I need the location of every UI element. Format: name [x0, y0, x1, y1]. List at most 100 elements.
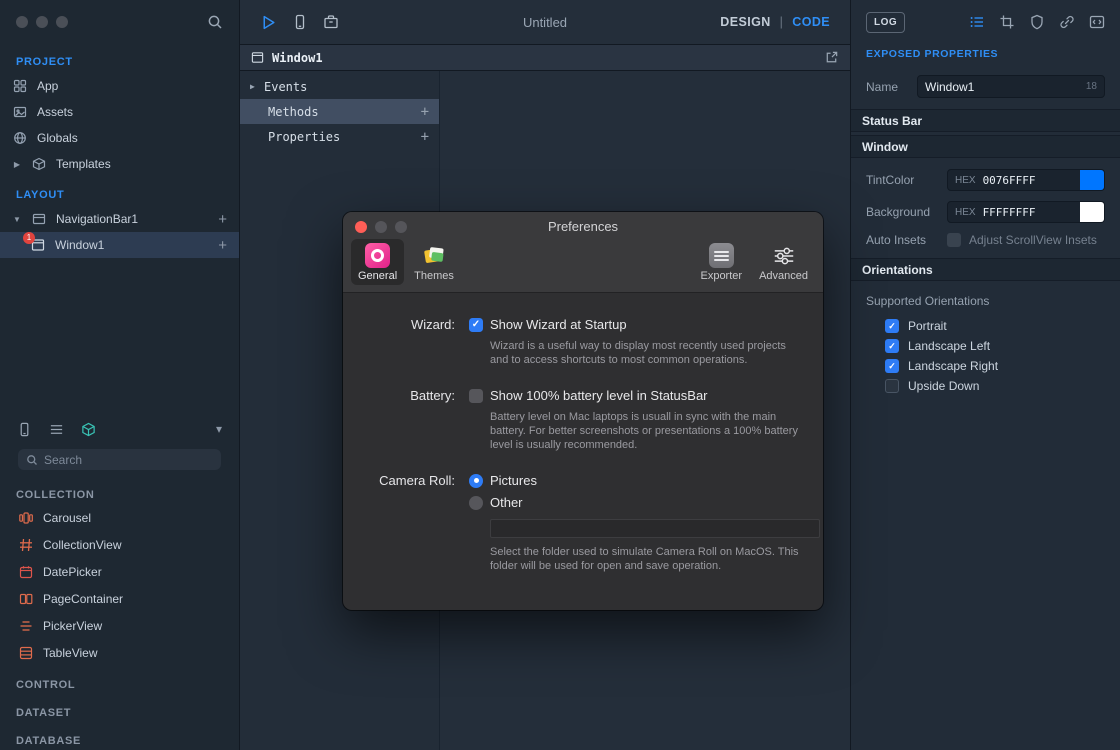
- link-icon[interactable]: [1059, 14, 1075, 30]
- tree-item-events[interactable]: ▶ Events: [240, 74, 439, 99]
- sidebar-item-window1[interactable]: 1 Window1 +: [0, 232, 239, 258]
- code-mode-button[interactable]: CODE: [792, 15, 830, 29]
- orientations-section-header[interactable]: Orientations: [851, 258, 1120, 281]
- tintcolor-swatch[interactable]: [1080, 170, 1104, 190]
- wizard-setting: Wizard: ✓ Show Wizard at Startup Wizard …: [343, 317, 803, 367]
- window-section-header[interactable]: Window: [851, 135, 1120, 158]
- window-close-button[interactable]: [16, 16, 28, 28]
- component-item-datepicker[interactable]: DatePicker: [0, 558, 239, 585]
- checkbox-label: Show Wizard at Startup: [490, 317, 627, 332]
- component-item-collectionview[interactable]: CollectionView: [0, 531, 239, 558]
- camera-roll-path-input[interactable]: [490, 519, 820, 538]
- log-button[interactable]: LOG: [866, 12, 905, 33]
- background-field[interactable]: HEX: [947, 201, 1105, 223]
- background-input[interactable]: [983, 206, 1080, 219]
- hex-prefix: HEX: [948, 175, 983, 186]
- component-item-tableview[interactable]: TableView: [0, 639, 239, 666]
- run-button[interactable]: [260, 14, 277, 31]
- shield-icon[interactable]: [1029, 14, 1045, 30]
- orientation-portrait-checkbox[interactable]: ✓ Portrait: [851, 316, 1120, 336]
- battery-description: Battery level on Mac laptops is usuall i…: [490, 410, 803, 452]
- archive-icon[interactable]: [323, 14, 339, 30]
- inspector-toolbar: LOG: [851, 0, 1120, 44]
- add-property-button[interactable]: +: [421, 129, 429, 145]
- tab-exporter[interactable]: Exporter: [693, 239, 749, 285]
- tree-item-properties[interactable]: Properties +: [240, 124, 439, 149]
- checkbox-box[interactable]: ✓: [885, 359, 899, 373]
- tintcolor-input[interactable]: [983, 174, 1080, 187]
- checkbox-box[interactable]: ✓: [469, 318, 483, 332]
- list-icon[interactable]: [49, 422, 64, 437]
- design-mode-button[interactable]: DESIGN: [720, 15, 770, 29]
- checkbox-box[interactable]: [885, 379, 899, 393]
- orientation-upside-down-checkbox[interactable]: Upside Down: [851, 376, 1120, 396]
- checkbox-box[interactable]: ✓: [885, 319, 899, 333]
- sidebar-item-label: Templates: [56, 157, 111, 171]
- orientation-landscape-left-checkbox[interactable]: ✓ Landscape Left: [851, 336, 1120, 356]
- general-tab-icon: [365, 243, 390, 268]
- add-method-button[interactable]: +: [421, 104, 429, 120]
- tableview-icon: [18, 646, 33, 660]
- orientation-landscape-right-checkbox[interactable]: ✓ Landscape Right: [851, 356, 1120, 376]
- disclosure-collapsed-icon[interactable]: ▶: [250, 82, 264, 91]
- component-item-pagecontainer[interactable]: PageContainer: [0, 585, 239, 612]
- tree-item-methods[interactable]: Methods +: [240, 99, 439, 124]
- open-external-icon[interactable]: [824, 50, 839, 65]
- adjust-scrollview-insets-checkbox[interactable]: Adjust ScrollView Insets: [947, 233, 1097, 247]
- sidebar-item-label: Globals: [37, 131, 78, 145]
- add-component-button[interactable]: +: [218, 212, 227, 227]
- pictures-radio[interactable]: Pictures: [469, 473, 820, 488]
- cube-icon[interactable]: [81, 422, 96, 437]
- disclosure-collapsed-icon[interactable]: ▶: [12, 160, 22, 169]
- background-swatch[interactable]: [1080, 202, 1104, 222]
- dialog-titlebar[interactable]: Preferences: [343, 212, 823, 236]
- window-zoom-button[interactable]: [56, 16, 68, 28]
- tab-themes[interactable]: Themes: [407, 239, 461, 285]
- component-search-field[interactable]: [18, 449, 221, 470]
- dataset-section-header[interactable]: DATASET: [0, 694, 239, 722]
- sidebar-item-assets[interactable]: Assets: [0, 99, 239, 125]
- frame-icon[interactable]: [999, 14, 1015, 30]
- sidebar-item-templates[interactable]: ▶ Templates: [0, 151, 239, 177]
- checkbox-box[interactable]: [947, 233, 961, 247]
- properties-list-icon[interactable]: [969, 14, 985, 30]
- collection-section-header: COLLECTION: [0, 476, 239, 504]
- tab-advanced[interactable]: Advanced: [752, 239, 815, 285]
- sidebar-item-label: NavigationBar1: [56, 212, 138, 226]
- disclosure-expanded-icon[interactable]: ▼: [12, 215, 22, 224]
- show-wizard-checkbox[interactable]: ✓ Show Wizard at Startup: [469, 317, 803, 332]
- tab-label: General: [358, 270, 397, 282]
- device-icon[interactable]: [17, 422, 32, 437]
- sidebar-item-app[interactable]: App: [0, 73, 239, 99]
- component-item-pickerview[interactable]: PickerView: [0, 612, 239, 639]
- other-radio[interactable]: Other: [469, 495, 820, 510]
- control-section-header[interactable]: CONTROL: [0, 666, 239, 694]
- device-preview-icon[interactable]: [292, 14, 308, 30]
- window-icon: [251, 51, 264, 64]
- sidebar-item-navigationbar1[interactable]: ▼ NavigationBar1 +: [0, 206, 239, 232]
- name-field[interactable]: 18: [917, 75, 1105, 98]
- tab-general[interactable]: General: [351, 239, 404, 285]
- component-item-carousel[interactable]: Carousel: [0, 504, 239, 531]
- search-icon: [26, 454, 38, 466]
- background-row: Background HEX: [851, 196, 1120, 228]
- sidebar-item-globals[interactable]: Globals: [0, 125, 239, 151]
- checkbox-box[interactable]: [469, 389, 483, 403]
- add-component-button[interactable]: +: [218, 238, 227, 253]
- radio-button[interactable]: [469, 474, 483, 488]
- window-minimize-button[interactable]: [36, 16, 48, 28]
- code-icon[interactable]: [1089, 14, 1105, 30]
- component-search-input[interactable]: [44, 453, 213, 467]
- search-icon[interactable]: [207, 14, 223, 30]
- database-section-header[interactable]: DATABASE: [0, 722, 239, 750]
- checkbox-box[interactable]: ✓: [885, 339, 899, 353]
- name-input[interactable]: [925, 80, 1081, 94]
- globals-icon: [12, 131, 28, 145]
- chevron-down-icon[interactable]: ▾: [216, 422, 222, 436]
- radio-button[interactable]: [469, 496, 483, 510]
- status-bar-section-header[interactable]: Status Bar: [851, 109, 1120, 132]
- component-item-label: PageContainer: [43, 592, 123, 606]
- hex-prefix: HEX: [948, 207, 983, 218]
- tintcolor-field[interactable]: HEX: [947, 169, 1105, 191]
- battery-level-checkbox[interactable]: Show 100% battery level in StatusBar: [469, 388, 803, 403]
